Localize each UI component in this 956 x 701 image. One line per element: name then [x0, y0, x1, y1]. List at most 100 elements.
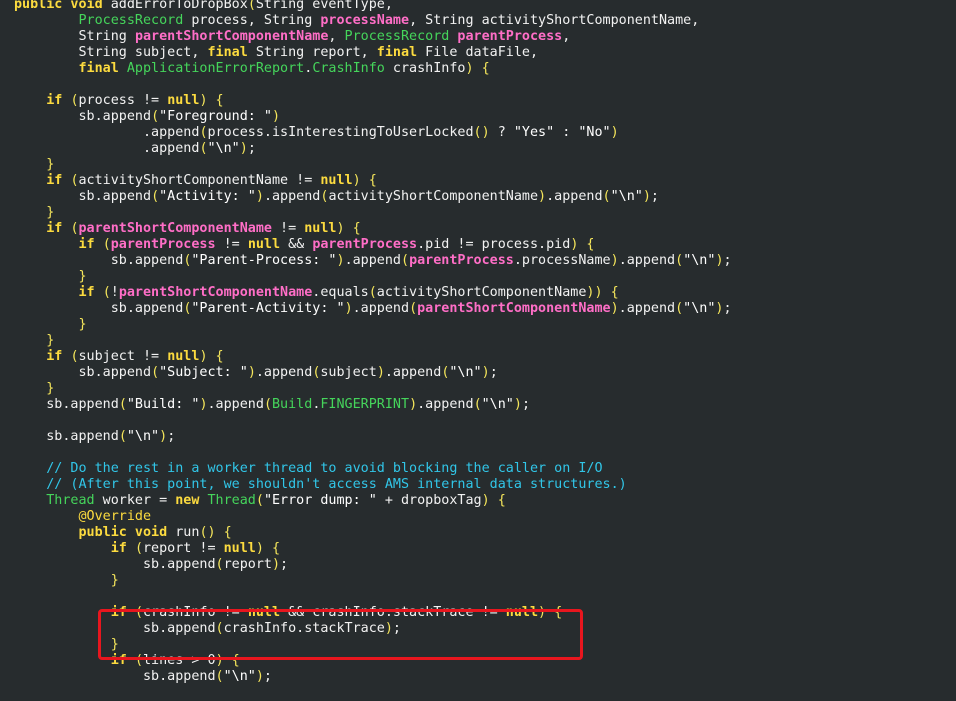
code-token: sb.append: [14, 557, 216, 572]
code-line: if (parentProcess != null && parentProce…: [14, 237, 732, 253]
code-token: ;: [723, 301, 732, 316]
code-token: ApplicationErrorReport: [126, 61, 305, 76]
code-token: ): [255, 669, 264, 684]
code-token: !=: [215, 237, 248, 252]
code-token: parentShortComponentName: [118, 285, 313, 300]
code-token: "Error dump: ": [263, 493, 377, 508]
code-token: null: [167, 93, 200, 108]
code-line: sb.append("Foreground: "): [14, 109, 732, 125]
code-token: (: [151, 189, 160, 204]
code-token: .append: [344, 253, 401, 268]
code-token: (: [151, 365, 160, 380]
code-line: sb.append("Parent-Activity: ").append(pa…: [14, 301, 732, 317]
code-token: ) {: [352, 173, 377, 188]
code-token: ,: [562, 29, 571, 44]
code-token: Thread: [207, 493, 256, 508]
code-line: sb.append("Parent-Process: ").append(par…: [14, 253, 732, 269]
code-token: // (After this point, we shouldn't acces…: [46, 477, 627, 492]
code-token: subject !=: [78, 349, 168, 364]
code-token: .append: [417, 397, 474, 412]
code-token: sb.append: [14, 429, 119, 444]
code-line: String subject, final String report, fin…: [14, 45, 732, 61]
code-token: ): [610, 301, 619, 316]
code-token: worker =: [94, 493, 176, 508]
code-token: ): [513, 397, 522, 412]
code-token: if: [46, 93, 63, 108]
code-token: "No": [578, 125, 611, 140]
code-token: ) {: [336, 221, 361, 236]
code-line: if (subject != null) {: [14, 349, 732, 365]
code-token: (: [263, 397, 272, 412]
code-token: ProcessRecord: [78, 13, 184, 28]
code-token: (: [409, 301, 418, 316]
code-token: "Yes": [513, 125, 555, 140]
code-token: ;: [247, 141, 256, 156]
code-token: ): [642, 189, 651, 204]
code-token: @Override: [78, 509, 152, 524]
code-line: }: [14, 573, 732, 589]
code-token: ): [247, 365, 256, 380]
code-token: ): [715, 253, 724, 268]
code-token: ;: [263, 669, 272, 684]
code-token: ): [481, 365, 490, 380]
code-token: if: [78, 237, 95, 252]
code-token: activityShortComponentName: [328, 189, 539, 204]
code-token: run: [167, 525, 200, 540]
code-line: if (process != null) {: [14, 93, 732, 109]
code-token: ProcessRecord: [344, 29, 450, 44]
code-token: if: [46, 221, 63, 236]
code-token: File dataFile,: [417, 45, 539, 60]
code-token: ): [272, 109, 281, 124]
code-token: (: [602, 189, 611, 204]
code-token: CrashInfo: [312, 61, 385, 76]
code-token: ) {: [481, 493, 506, 508]
code-token: }: [46, 333, 55, 348]
code-token: null: [304, 221, 337, 236]
code-line: ProcessRecord process, String processNam…: [14, 13, 732, 29]
code-token: String subject,: [14, 45, 208, 60]
code-token: ;: [650, 189, 659, 204]
code-line: if (parentShortComponentName != null) {: [14, 221, 732, 237]
code-token: "\n": [683, 301, 716, 316]
code-token: ): [610, 125, 619, 140]
code-token: "\n": [126, 429, 160, 444]
code-token: sb.append: [14, 365, 152, 380]
code-token: (): [473, 125, 490, 140]
code-token: ) {: [199, 349, 224, 364]
code-token: "\n": [481, 397, 514, 412]
code-token: !: [110, 285, 119, 300]
code-token: (: [118, 397, 127, 412]
code-token: "\n": [610, 189, 643, 204]
code-token: process.isInterestingToUserLocked: [207, 125, 474, 140]
code-token: public void: [14, 0, 111, 12]
code-token: ;: [280, 557, 289, 572]
code-token: null: [247, 237, 281, 252]
code-token: null: [223, 541, 256, 556]
code-token: parentShortComponentName: [134, 29, 329, 44]
code-token: null: [167, 349, 200, 364]
code-token: .append: [352, 301, 410, 316]
code-token: ): [255, 189, 264, 204]
code-token: "\n": [207, 141, 240, 156]
code-token: String report,: [247, 45, 377, 60]
code-line: sb.append("\n");: [14, 669, 732, 685]
code-token: .pid != process.pid: [417, 237, 571, 252]
code-token: (: [118, 429, 127, 444]
code-token: ) {: [465, 61, 490, 76]
code-line: sb.append(report);: [14, 557, 732, 573]
code-token: null: [320, 173, 353, 188]
code-token: sb.append: [14, 109, 152, 124]
code-token: .append: [14, 141, 200, 156]
code-token: final: [207, 45, 248, 60]
